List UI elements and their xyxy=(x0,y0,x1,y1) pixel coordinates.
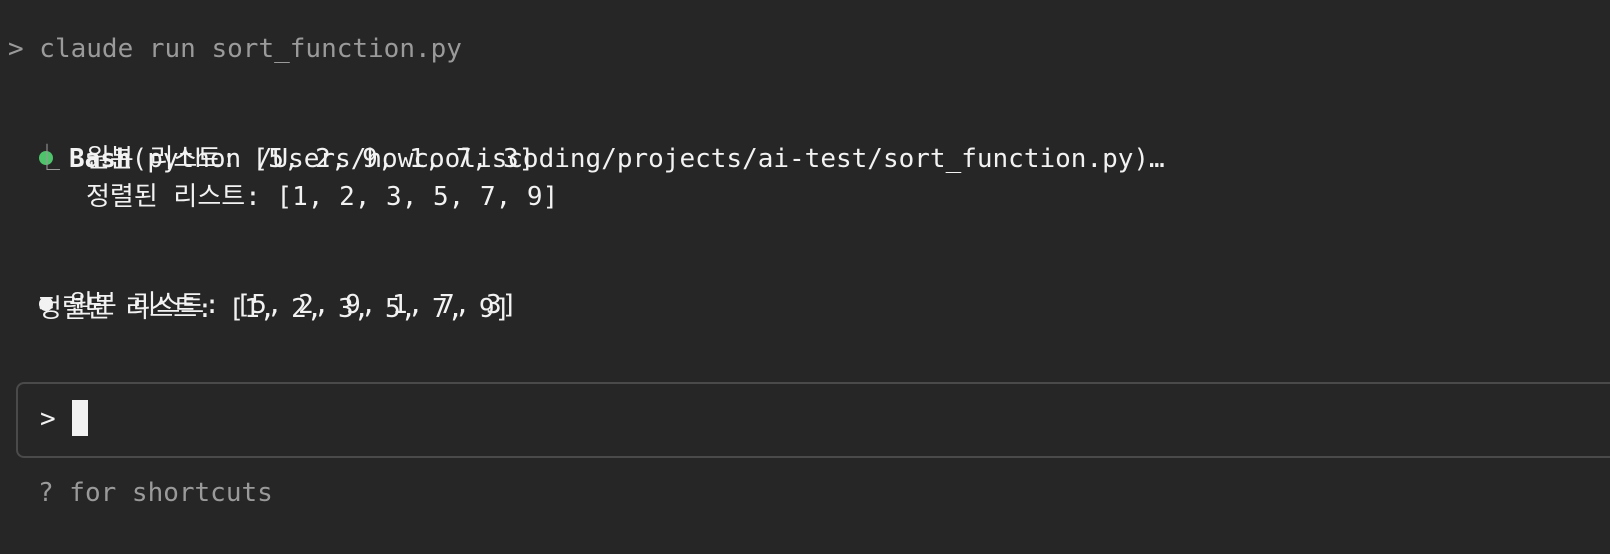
tool-output-branch-icon: ⎿ xyxy=(34,144,61,174)
tool-output-line: 원본 리스트: [5, 2, 9, 1, 7, 3] xyxy=(86,144,535,174)
shortcuts-hint: ? for shortcuts xyxy=(38,478,273,508)
prompt-input-box[interactable]: > xyxy=(16,382,1610,458)
command-line: > claude run sort_function.py xyxy=(8,34,462,64)
tool-output-line: 정렬된 리스트: [1, 2, 3, 5, 7, 9] xyxy=(86,182,559,212)
response-line: 정렬된 리스트: [1, 2, 3, 5, 7, 9] xyxy=(38,294,511,324)
text-cursor xyxy=(72,400,88,436)
prompt-caret-icon: > xyxy=(40,404,56,434)
